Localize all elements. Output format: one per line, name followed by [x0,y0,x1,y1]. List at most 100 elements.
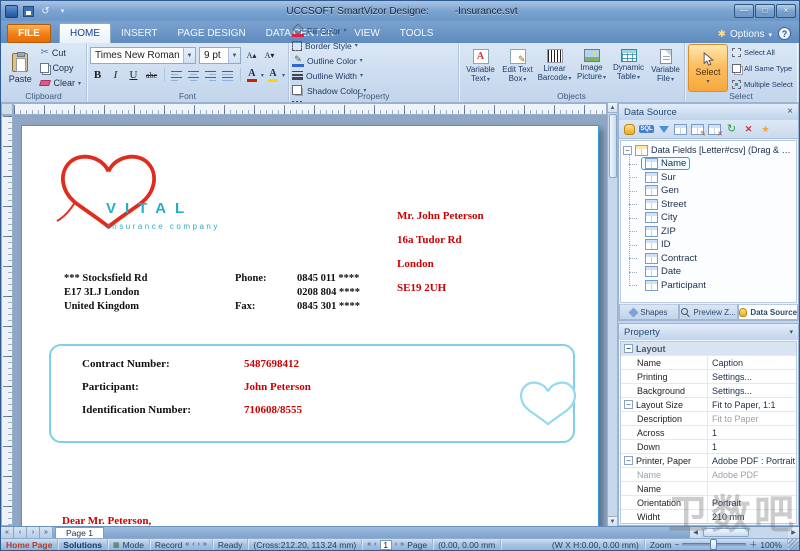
record-first-icon[interactable]: « [185,541,189,548]
horizontal-scrollbar[interactable]: ◀ ▶ [689,527,799,538]
align-justify-button[interactable] [221,68,235,83]
database-icon[interactable] [622,122,637,136]
minimize-button[interactable]: — [734,4,754,18]
tab-home[interactable]: HOME [59,23,111,43]
align-right-button[interactable] [204,68,218,83]
scroll-up-icon[interactable]: ▲ [607,103,617,113]
field-item-date[interactable]: Date [629,265,794,279]
help-button[interactable]: ? [778,27,791,40]
scrollbar-thumb[interactable] [703,528,749,537]
field-item-id[interactable]: ID [629,238,794,252]
tab-data-source[interactable]: Data Source [738,304,799,320]
scroll-down-icon[interactable]: ▼ [607,516,617,526]
property-row[interactable]: Name Adobe PDF [621,468,796,482]
property-row[interactable]: Down 1 [621,440,796,454]
field-value[interactable]: 5487698412 [244,358,299,370]
collapse-icon[interactable]: − [624,344,633,353]
align-center-button[interactable] [187,68,201,83]
field-item-name[interactable]: Name [629,157,794,171]
border-style-button[interactable]: Border Style ▾ [292,38,372,53]
undo-icon[interactable]: ↺ [38,4,53,18]
app-icon[interactable] [4,4,19,18]
select-all-button[interactable]: Select All [732,45,793,59]
collapse-icon[interactable]: − [623,145,632,155]
close-icon[interactable]: × [787,107,793,117]
field-value[interactable]: John Peterson [244,381,311,393]
options-menu[interactable]: ✱ Options ▾ [718,29,772,40]
mode-button[interactable]: ▦ Mode [108,539,150,550]
page-navigator[interactable]: «‹ 1 ›» Page [362,539,434,550]
fill-color-button[interactable]: Fill Color ▾ [292,23,372,38]
edit-table-icon[interactable]: ✎ [690,122,706,138]
collapse-icon[interactable]: − [624,400,633,409]
filter-icon[interactable] [656,122,671,136]
logo-company-name[interactable]: VITAL [106,200,193,217]
tab-shapes[interactable]: Shapes [619,304,679,320]
field-item-gen[interactable]: Gen [629,184,794,198]
property-row[interactable]: Name Caption [621,356,796,370]
contract-info-box[interactable]: Contract Number: 5487698412 Participant: J… [49,344,577,443]
design-canvas[interactable]: VITAL insurance company Mr. John Peterso… [1,103,617,526]
property-group-row[interactable]: − Printer, Paper Adobe PDF : Portrait [621,454,796,468]
field-item-street[interactable]: Street [629,198,794,212]
strikethrough-button[interactable]: abc [144,67,159,83]
document-page[interactable]: VITAL insurance company Mr. John Peterso… [21,125,599,526]
sql-icon[interactable]: SQL [639,122,654,136]
record-prev-icon[interactable]: ‹ [192,541,194,548]
cut-button[interactable]: ✂ Cut [38,46,83,60]
next-page-icon[interactable]: › [395,541,397,548]
variable-text-button[interactable]: A Variable Text▾ [462,45,499,91]
edit-text-box-button[interactable]: Edit Text Box▾ [499,45,536,91]
tab-page-design[interactable]: PAGE DESIGN [168,23,256,43]
field-value[interactable]: 710608/8555 [244,404,302,416]
next-page-button[interactable]: › [27,527,40,538]
collapse-icon[interactable]: − [624,456,633,465]
tab-preview-zoom[interactable]: Preview Z... [678,304,739,320]
tab-file[interactable]: FILE [7,24,51,43]
close-button[interactable]: × [776,4,796,18]
home-page-button[interactable]: Home Page [1,539,59,550]
property-section-layout[interactable]: − Layout [621,342,796,356]
page-tab[interactable]: Page 1 [55,527,104,538]
favorites-icon[interactable]: ★ [758,122,773,136]
table-icon[interactable] [673,122,688,136]
field-item-contract[interactable]: Contract [629,252,794,266]
letter-salutation[interactable]: Dear Mr. Peterson, [62,515,151,526]
property-row[interactable]: Background Settings... [621,384,796,398]
field-item-sur[interactable]: Sur [629,171,794,185]
zoom-slider[interactable] [682,539,747,550]
zoom-slider-thumb[interactable] [710,539,718,550]
align-left-button[interactable] [170,68,184,83]
field-item-city[interactable]: City [629,211,794,225]
bold-button[interactable]: B [90,67,105,83]
property-row[interactable]: Widht 210 mm [621,510,796,523]
zoom-out-icon[interactable]: − [675,540,680,549]
record-next-icon[interactable]: › [198,541,200,548]
property-row[interactable]: Description Fit to Paper [621,412,796,426]
property-row[interactable]: Printing Settings... [621,370,796,384]
font-family-combobox[interactable]: Times New Roman ▼ [90,47,196,64]
tab-insert[interactable]: INSERT [111,23,168,43]
multiple-select-button[interactable]: Multiple Select [732,77,793,91]
quick-access-dropdown-icon[interactable]: ▾ [55,4,70,18]
font-size-combobox[interactable]: 9 pt ▼ [199,47,241,64]
image-picture-button[interactable]: Image Picture▾ [573,45,610,91]
record-controls[interactable]: Record «‹ ›» [150,539,213,550]
vertical-scrollbar[interactable]: ▲ ▼ [607,103,617,526]
maximize-button[interactable]: □ [755,4,775,18]
property-row[interactable]: Name [621,482,796,496]
property-row[interactable]: Orientation Portrait [621,496,796,510]
zoom-controls[interactable]: Zoom − ＋ 100% [645,539,788,550]
select-button[interactable]: Select ▾ [688,44,728,92]
shrink-font-button[interactable]: A ▾ [262,48,277,64]
last-page-button[interactable]: » [40,527,53,538]
highlight-color-button[interactable]: A [267,68,279,82]
field-item-zip[interactable]: ZIP [629,225,794,239]
resize-grip[interactable] [788,539,799,550]
scroll-right-icon[interactable]: ▶ [788,527,799,538]
copy-button[interactable]: Copy [38,61,83,75]
property-group-row[interactable]: − Layout Size Fit to Paper, 1:1 [621,398,796,412]
logo-subtitle[interactable]: insurance company [108,222,220,231]
prev-page-icon[interactable]: ‹ [374,541,376,548]
page-number-box[interactable]: 1 [379,539,392,550]
